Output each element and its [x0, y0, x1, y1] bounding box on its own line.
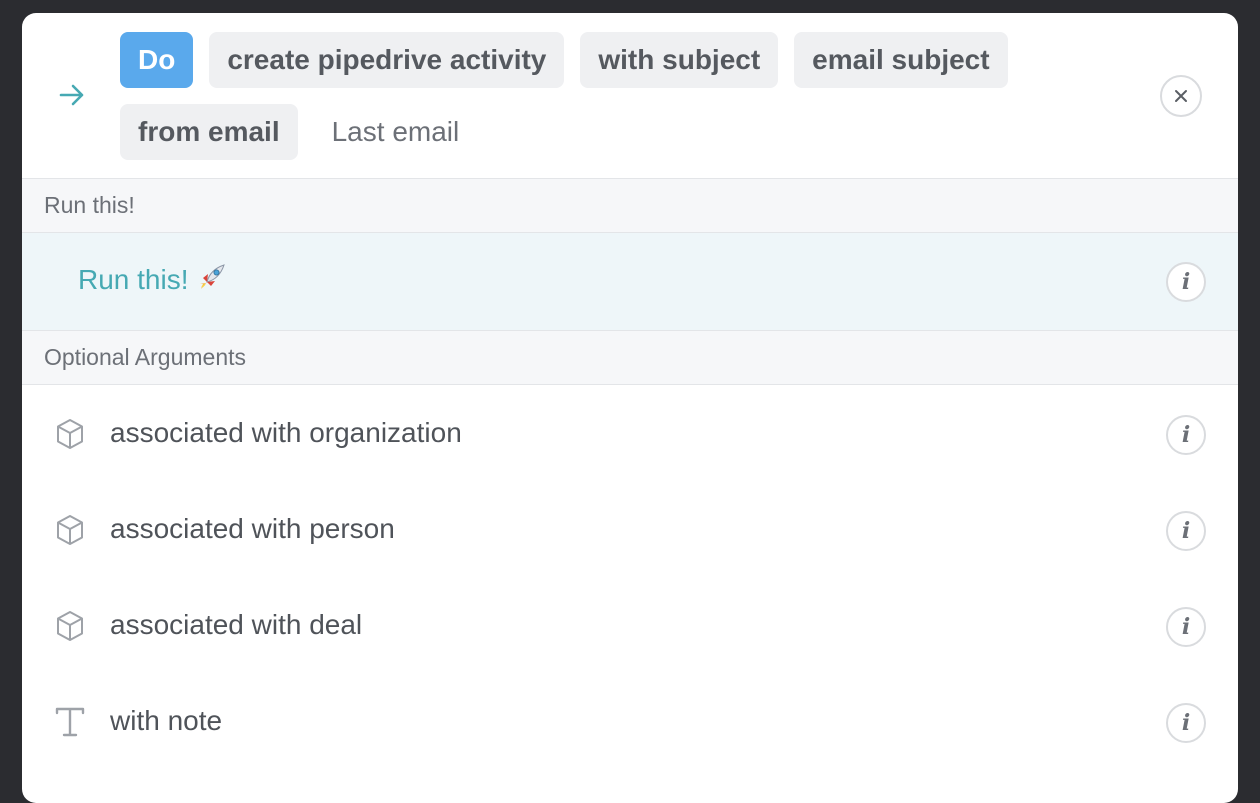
command-tokens: Do create pipedrive activity with subjec…	[120, 32, 1060, 160]
token-with-subject[interactable]: with subject	[580, 32, 779, 88]
info-icon: i	[1181, 518, 1191, 544]
token-from-email[interactable]: from email	[120, 104, 298, 160]
token-do[interactable]: Do	[120, 32, 194, 88]
command-header: Do create pipedrive activity with subjec…	[22, 13, 1238, 179]
token-action[interactable]: create pipedrive activity	[209, 32, 565, 88]
info-icon: i	[1181, 269, 1191, 295]
argument-label: associated with deal	[110, 609, 363, 640]
cube-icon	[57, 515, 83, 545]
token-email-subject[interactable]: email subject	[794, 32, 1008, 88]
argument-row-note[interactable]: with note i	[22, 673, 1238, 769]
argument-info-button[interactable]: i	[1166, 511, 1206, 551]
token-last-email[interactable]: Last email	[314, 104, 478, 160]
cube-icon	[57, 611, 83, 641]
close-button[interactable]	[1160, 75, 1202, 117]
argument-row-deal[interactable]: associated with deal i	[22, 577, 1238, 673]
close-icon	[1175, 90, 1187, 102]
run-this-label: Run this!	[78, 262, 227, 298]
argument-label: associated with organization	[110, 417, 462, 448]
info-icon: i	[1181, 710, 1191, 736]
info-icon: i	[1181, 422, 1191, 448]
run-section-header: Run this!	[22, 179, 1238, 233]
argument-row-organization[interactable]: associated with organization i	[22, 385, 1238, 481]
argument-label: associated with person	[110, 513, 395, 544]
argument-info-button[interactable]: i	[1166, 703, 1206, 743]
info-icon: i	[1181, 614, 1191, 640]
argument-info-button[interactable]: i	[1166, 415, 1206, 455]
text-icon	[55, 707, 85, 737]
argument-label: with note	[110, 705, 223, 736]
command-panel: Do create pipedrive activity with subjec…	[22, 13, 1238, 803]
run-info-button[interactable]: i	[1166, 262, 1206, 302]
arrow-right-icon	[59, 84, 84, 106]
argument-row-person[interactable]: associated with person i	[22, 481, 1238, 577]
run-this-row[interactable]: Run this! i	[22, 233, 1238, 331]
argument-info-button[interactable]: i	[1166, 607, 1206, 647]
optional-section-header: Optional Arguments	[22, 331, 1238, 385]
run-this-text: Run this!	[78, 264, 189, 295]
rocket-icon	[199, 264, 225, 289]
cube-icon	[57, 419, 83, 449]
